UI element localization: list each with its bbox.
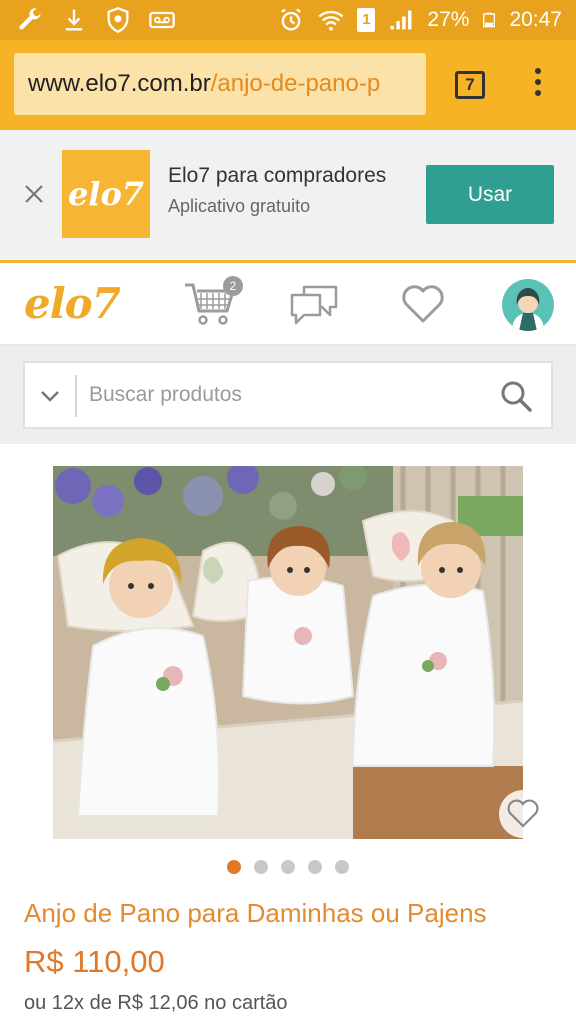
banner-title: Elo7 para compradores [168,164,387,187]
dot-icon [535,90,541,96]
search-icon[interactable] [499,379,533,413]
pagination-dot[interactable] [281,860,295,874]
shield-icon [107,7,129,33]
user-avatar-icon [512,288,544,331]
search-box [23,361,553,429]
sim-badge: 1 [357,8,376,32]
heart-icon[interactable] [400,283,446,325]
messages-icon[interactable] [288,283,340,325]
tab-switcher-button[interactable]: 7 [455,71,485,99]
close-icon[interactable] [22,182,46,206]
battery-percent: 27% [427,8,470,31]
alarm-icon [281,8,302,31]
heart-icon [507,799,539,828]
url-host: www.elo7.com.br [28,70,211,97]
product-image[interactable] [53,466,523,839]
installments-text: ou 12x de R$ 12,06 no cartão [24,992,288,1014]
pagination-dot[interactable] [254,860,268,874]
use-app-button[interactable]: Usar [426,165,554,224]
product-photo [53,466,523,839]
browser-toolbar: www.elo7.com.br/anjo-de-pano-p 7 [0,40,576,130]
status-bar: 1 27% 20:47 [0,0,576,40]
battery-icon [483,12,496,28]
search-divider [75,375,77,417]
site-header: elo7 2 [0,260,576,346]
search-input[interactable] [89,363,479,427]
clock: 20:47 [509,8,562,31]
url-path: /anjo-de-pano-p [210,70,381,97]
image-pagination [0,860,576,874]
favorite-button[interactable] [499,790,547,838]
pagination-dot[interactable] [227,860,241,874]
pagination-dot[interactable] [335,860,349,874]
app-logo: elo7 [62,150,150,238]
search-section [0,346,576,444]
voicemail-icon [149,11,175,29]
product-price: R$ 110,00 [24,944,165,979]
site-logo[interactable]: elo7 [24,279,121,328]
wrench-icon [19,8,41,30]
wifi-icon [318,10,344,31]
chevron-down-icon[interactable] [37,385,63,407]
banner-subtitle: Aplicativo gratuito [168,196,311,216]
dot-icon [535,68,541,74]
browser-menu-button[interactable] [528,68,548,102]
cart-count-badge: 2 [223,276,243,296]
product-title: Anjo de Pano para Daminhas ou Pajens [24,898,487,928]
download-icon [65,9,83,31]
signal-icon [390,10,412,30]
dot-icon [535,79,541,85]
pagination-dot[interactable] [308,860,322,874]
app-install-banner: elo7 Elo7 para compradores Aplicativo gr… [0,130,576,260]
url-bar[interactable]: www.elo7.com.br/anjo-de-pano-p [14,53,426,115]
user-avatar[interactable] [502,279,554,331]
